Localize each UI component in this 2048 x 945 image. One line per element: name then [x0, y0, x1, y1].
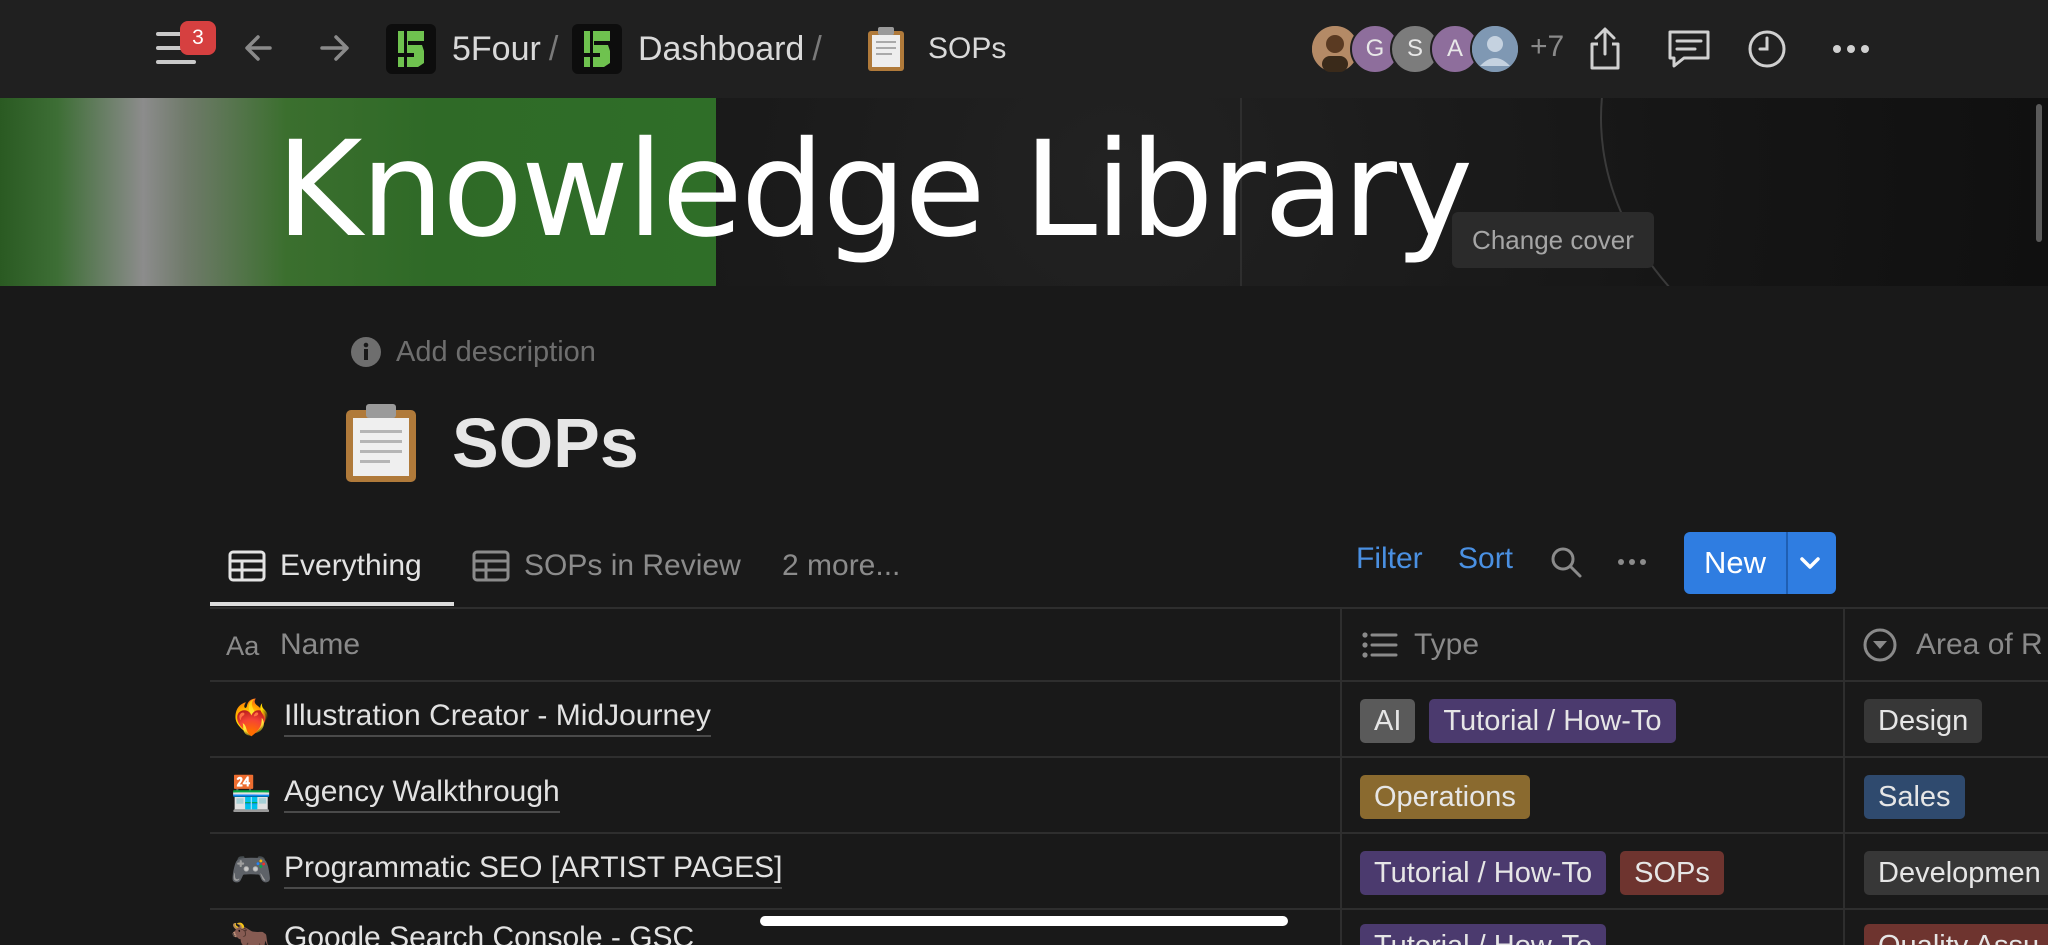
type-tag: SOPs: [1620, 851, 1724, 895]
breadcrumb-separator: /: [812, 29, 822, 68]
column-header-area[interactable]: Area of R: [1862, 622, 2043, 668]
chevron-down-icon[interactable]: [1790, 546, 1830, 580]
more-options-icon[interactable]: [1826, 24, 1876, 74]
area-cell[interactable]: Quality Assu: [1864, 924, 2048, 945]
column-header-name[interactable]: Aa Name: [226, 622, 360, 668]
table-row[interactable]: ❤️‍🔥 Illustration Creator - MidJourney: [230, 696, 711, 740]
breadcrumb-workspace[interactable]: 5Four /: [386, 24, 558, 74]
home-indicator[interactable]: [760, 916, 1288, 926]
breadcrumb-dashboard[interactable]: Dashboard /: [572, 24, 822, 74]
clipboard-icon[interactable]: [344, 402, 418, 484]
active-tab-indicator: [210, 602, 454, 606]
area-tag: Sales: [1864, 775, 1965, 819]
new-button[interactable]: New: [1684, 532, 1836, 594]
cover-title: Knowledge Library: [276, 113, 1473, 267]
type-tag: Operations: [1360, 775, 1530, 819]
breadcrumb-sops[interactable]: SOPs: [866, 24, 1006, 74]
area-cell[interactable]: Design: [1864, 699, 1996, 743]
row-divider: [210, 908, 2048, 910]
new-button-label: New: [1703, 545, 1766, 580]
info-icon: [351, 337, 381, 367]
back-arrow-icon[interactable]: [240, 26, 284, 70]
table-row[interactable]: 🏪 Agency Walkthrough: [230, 772, 560, 816]
new-button-divider: [1786, 532, 1788, 594]
svg-text:Aa: Aa: [226, 630, 260, 661]
select-circle-icon: [1863, 628, 1897, 662]
dashboard-logo-icon: [572, 24, 622, 74]
page-title-row: SOPs: [344, 398, 639, 488]
more-views-button[interactable]: 2 more...: [782, 536, 900, 596]
area-tag: Quality Assu: [1864, 924, 2048, 945]
row-name[interactable]: Google Search Console - GSC: [284, 921, 694, 945]
row-name[interactable]: Agency Walkthrough: [284, 775, 560, 813]
breadcrumb-label: Dashboard: [638, 29, 805, 68]
area-tag: Developmen: [1864, 851, 2048, 895]
change-cover-button[interactable]: Change cover: [1452, 212, 1654, 268]
row-name[interactable]: Illustration Creator - MidJourney: [284, 699, 711, 737]
view-options-icon[interactable]: [1614, 544, 1650, 580]
area-cell[interactable]: Sales: [1864, 775, 1979, 819]
area-cell[interactable]: Developmen: [1864, 851, 2048, 895]
type-cell[interactable]: Tutorial / How-To: [1360, 924, 1620, 945]
notification-badge: 3: [180, 21, 216, 55]
page-title: SOPs: [452, 404, 639, 482]
row-divider: [210, 756, 2048, 758]
forward-arrow-icon[interactable]: [310, 26, 354, 70]
add-description-label: Add description: [396, 335, 596, 368]
avatar: [1470, 24, 1520, 74]
extra-members-count[interactable]: +7: [1530, 30, 1564, 64]
row-divider: [210, 832, 2048, 834]
column-header-label: Type: [1414, 628, 1480, 661]
table-icon: [228, 550, 266, 582]
row-icon: ❤️‍🔥: [230, 699, 273, 737]
sort-button[interactable]: Sort: [1458, 542, 1513, 576]
tab-label: SOPs in Review: [524, 549, 741, 582]
list-icon: [1362, 632, 1398, 658]
table-row[interactable]: 🎮 Programmatic SEO [ARTIST PAGES]: [230, 848, 783, 892]
clipboard-icon: [868, 27, 904, 71]
column-divider[interactable]: [1843, 607, 1845, 945]
tab-label: Everything: [280, 549, 422, 582]
tab-everything[interactable]: Everything: [228, 536, 422, 596]
table-icon: [472, 550, 510, 582]
table-row[interactable]: 🐂 Google Search Console - GSC: [230, 918, 694, 945]
column-divider[interactable]: [1340, 607, 1342, 945]
type-tag: Tutorial / How-To: [1429, 699, 1676, 743]
type-cell[interactable]: Operations: [1360, 775, 1544, 819]
page-cover: Knowledge Library Change cover: [0, 98, 2048, 286]
breadcrumb-label: 5Four: [452, 29, 541, 68]
workspace-logo-icon: [386, 24, 436, 74]
tab-sops-in-review[interactable]: SOPs in Review: [472, 536, 741, 596]
text-aa-icon: Aa: [226, 630, 260, 661]
type-cell[interactable]: Tutorial / How-To SOPs: [1360, 851, 1738, 895]
row-name[interactable]: Programmatic SEO [ARTIST PAGES]: [284, 851, 783, 889]
row-divider: [210, 680, 2048, 682]
row-icon: 🎮: [230, 851, 273, 889]
share-icon[interactable]: [1580, 24, 1630, 74]
history-clock-icon[interactable]: [1742, 24, 1792, 74]
row-icon: 🐂: [230, 921, 273, 945]
add-description-button[interactable]: Add description: [350, 334, 596, 370]
type-tag: Tutorial / How-To: [1360, 924, 1607, 945]
top-bar: 3 5Four / Dashboard / SOPs G S A +7: [0, 0, 2048, 98]
column-header-label: Area of R: [1916, 628, 2043, 661]
breadcrumb-separator: /: [548, 29, 559, 68]
type-tag: Tutorial / How-To: [1360, 851, 1607, 895]
breadcrumb-label: SOPs: [928, 32, 1007, 65]
comments-icon[interactable]: [1664, 24, 1714, 74]
cover-arc: [1600, 98, 2048, 286]
filter-button[interactable]: Filter: [1356, 542, 1423, 576]
row-icon: 🏪: [230, 775, 273, 813]
type-cell[interactable]: AI Tutorial / How-To: [1360, 699, 1690, 743]
area-tag: Design: [1864, 699, 1983, 743]
table-top-border: [210, 607, 2048, 609]
scrollbar-thumb[interactable]: [2036, 104, 2042, 242]
column-header-label: Name: [280, 628, 361, 661]
search-icon[interactable]: [1548, 544, 1584, 580]
type-tag: AI: [1360, 699, 1416, 743]
column-header-type[interactable]: Type: [1360, 622, 1479, 668]
